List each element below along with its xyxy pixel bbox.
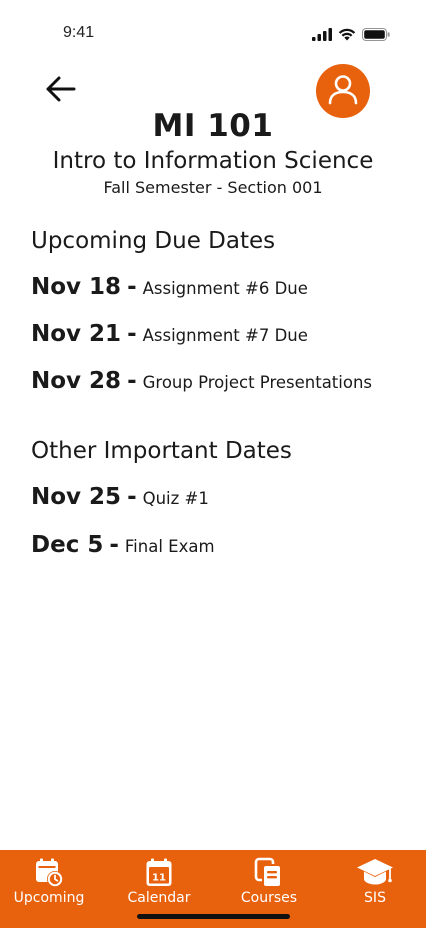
- courses-stack-icon: [254, 857, 284, 888]
- nav-item-calendar[interactable]: 11 Calendar: [118, 850, 200, 912]
- wifi-icon: [338, 26, 356, 45]
- date-label: Nov 28: [31, 368, 122, 394]
- course-dates-screen: 9:41 MI 101 Intro to Information Science…: [0, 0, 426, 928]
- course-section: Fall Semester - Section 001: [103, 178, 323, 197]
- nav-label: Courses: [240, 890, 298, 906]
- date-separator: -: [109, 532, 119, 558]
- course-title: Intro to Information Science: [52, 148, 374, 174]
- date-description: Group Project Presentations: [142, 373, 373, 392]
- date-label: Nov 21: [31, 321, 122, 347]
- calendar-clock-icon: [33, 858, 65, 888]
- date-separator: -: [127, 321, 137, 347]
- home-indicator: [137, 914, 290, 919]
- list-item: Nov 28 - Group Project Presentations: [31, 368, 372, 394]
- calendar-icon: 11: [145, 858, 173, 888]
- date-description: Assignment #7 Due: [142, 326, 308, 345]
- user-icon: [325, 71, 361, 111]
- nav-item-courses[interactable]: Courses: [228, 850, 310, 912]
- nav-label: Calendar: [127, 890, 191, 906]
- graduation-cap-icon: [356, 858, 394, 888]
- date-label: Nov 18: [31, 274, 122, 300]
- nav-item-sis[interactable]: SIS: [334, 850, 416, 912]
- date-description: Quiz #1: [142, 489, 209, 508]
- list-item: Nov 21 - Assignment #7 Due: [31, 321, 308, 347]
- date-description: Final Exam: [124, 537, 215, 556]
- date-separator: -: [127, 484, 137, 510]
- date-label: Dec 5: [31, 532, 104, 558]
- status-bar: 9:41: [0, 0, 426, 64]
- date-label: Nov 25: [31, 484, 122, 510]
- course-code: MI 101: [152, 108, 274, 144]
- date-description: Assignment #6 Due: [142, 279, 308, 298]
- list-item: Nov 25 - Quiz #1: [31, 484, 209, 510]
- date-separator: -: [127, 368, 137, 394]
- date-separator: -: [127, 274, 137, 300]
- nav-label: Upcoming: [13, 890, 85, 906]
- list-item: Dec 5 - Final Exam: [31, 532, 215, 558]
- status-icons: [312, 26, 390, 45]
- battery-icon: [362, 26, 390, 45]
- arrow-left-icon: [44, 75, 76, 107]
- important-heading: Other Important Dates: [31, 438, 292, 464]
- nav-label: SIS: [364, 890, 386, 906]
- list-item: Nov 18 - Assignment #6 Due: [31, 274, 308, 300]
- back-button[interactable]: [40, 74, 80, 108]
- upcoming-heading: Upcoming Due Dates: [31, 228, 276, 254]
- signal-icon: [312, 26, 332, 45]
- calendar-day-number: 11: [152, 873, 166, 884]
- nav-item-upcoming[interactable]: Upcoming: [8, 850, 90, 912]
- status-time: 9:41: [63, 24, 95, 41]
